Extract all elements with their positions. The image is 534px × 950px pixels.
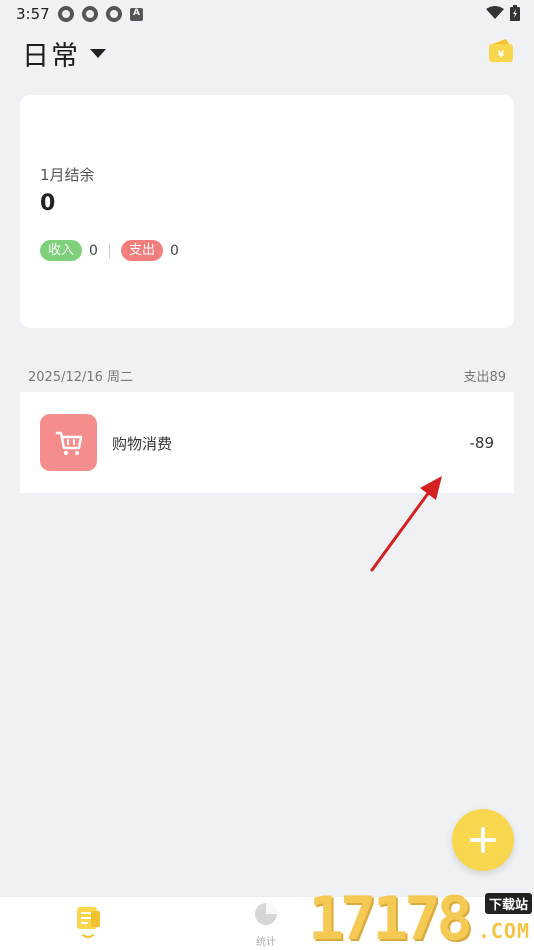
status-bar: 3:57 <box>0 0 534 28</box>
summary-card: 1月结余 0 收入 0 支出 0 <box>20 95 514 328</box>
income-expense-chips: 收入 0 支出 0 <box>40 240 179 261</box>
sync-icon <box>82 6 98 22</box>
annotation-arrow-icon <box>370 476 442 572</box>
chip-divider <box>108 243 110 258</box>
record-category: 购物消费 <box>112 435 173 453</box>
svg-text:¥: ¥ <box>498 50 505 60</box>
wallet-icon[interactable]: ¥ <box>488 38 514 64</box>
watermark-badge: 下载站 <box>484 893 532 914</box>
expense-value: 0 <box>169 242 179 259</box>
pie-chart-icon <box>255 903 277 925</box>
month-label: 1月结余 <box>40 166 95 184</box>
tab-stats[interactable]: 统计 <box>216 901 316 949</box>
income-value: 0 <box>89 242 98 259</box>
book-title: 日常 <box>22 41 80 72</box>
add-record-button[interactable] <box>452 809 514 871</box>
watermark-logo: 17178 下载站 .COM <box>308 887 534 950</box>
status-time: 3:57 <box>16 5 50 23</box>
income-badge: 收入 <box>40 240 83 261</box>
day-date: 2025/12/16 周二 <box>28 370 134 385</box>
caret-down-icon <box>90 48 106 58</box>
watermark-suffix: .COM <box>477 919 530 943</box>
plus-icon <box>470 827 496 853</box>
watermark-digits: 17178 <box>308 884 473 950</box>
sync-icon <box>106 6 122 22</box>
sync-icon <box>58 6 74 22</box>
shopping-cart-icon <box>40 414 97 471</box>
wifi-icon <box>486 6 504 19</box>
header: 日常 ¥ <box>0 32 534 76</box>
records-icon <box>77 907 100 938</box>
a-icon <box>130 8 143 21</box>
book-selector[interactable]: 日常 <box>22 34 106 73</box>
tab-stats-label: 统计 <box>256 937 276 948</box>
expense-badge: 支出 <box>120 240 163 261</box>
tab-records[interactable] <box>39 901 139 949</box>
record-amount: -89 <box>469 434 495 452</box>
day-total: 支出89 <box>463 370 506 385</box>
status-notification-icons <box>58 6 143 22</box>
balance-value: 0 <box>40 191 56 216</box>
app-screen: 3:57 日常 ¥ <box>0 0 534 950</box>
status-system-icons <box>486 5 520 21</box>
battery-icon <box>510 5 520 21</box>
